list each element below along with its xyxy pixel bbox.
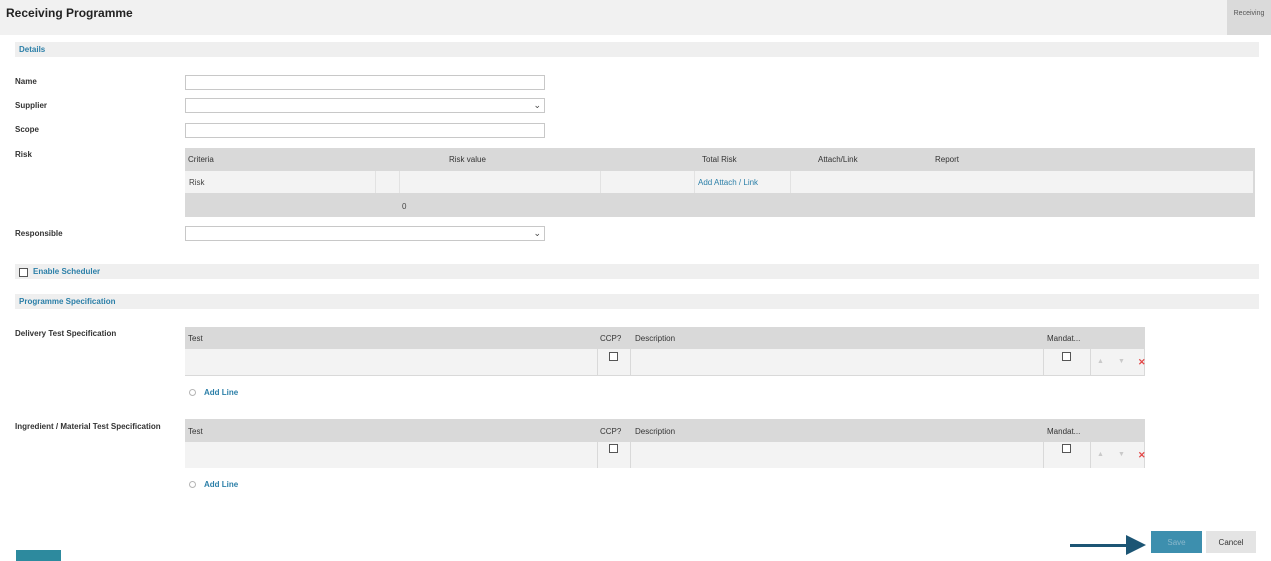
risk-label: Risk (15, 150, 32, 159)
risk-header-criteria: Criteria (188, 155, 214, 164)
chevron-down-icon: ⌄ (533, 100, 541, 110)
delivery-header-ccp: CCP? (600, 334, 622, 343)
ingredient-spec-label: Ingredient / Material Test Specification (15, 422, 161, 431)
ingredient-header-mandatory: Mandat... (1047, 427, 1081, 436)
move-up-icon[interactable]: ▲ (1097, 451, 1104, 458)
corner-button[interactable] (16, 550, 61, 561)
risk-header-report: Report (935, 155, 960, 164)
page-title: Receiving Programme (6, 6, 133, 20)
cancel-button[interactable]: Cancel (1206, 531, 1256, 553)
add-attach-link[interactable]: Add Attach / Link (698, 178, 758, 187)
enable-scheduler-checkbox[interactable] (19, 268, 28, 277)
ingredient-ccp-checkbox[interactable] (609, 444, 618, 453)
ingredient-header-ccp: CCP? (600, 427, 622, 436)
save-button[interactable]: Save (1151, 531, 1202, 553)
details-section-label: Details (19, 45, 46, 54)
scope-input[interactable] (185, 123, 545, 138)
pointer-arrow (1070, 544, 1130, 547)
delivery-ccp-checkbox[interactable] (609, 352, 618, 361)
delivery-row-test-cell[interactable] (185, 349, 597, 375)
move-up-icon[interactable]: ▲ (1097, 358, 1104, 365)
enable-scheduler-label: Enable Scheduler (33, 267, 101, 276)
add-line-icon (189, 389, 196, 396)
ingredient-row-description-cell[interactable] (631, 442, 1043, 468)
title-bar: Receiving Programme Receiving (0, 0, 1271, 35)
name-input[interactable] (185, 75, 545, 90)
delivery-header-description: Description (635, 334, 676, 343)
programme-spec-section-header: Programme Specification (15, 294, 1259, 309)
chevron-down-icon: ⌄ (533, 228, 541, 238)
delivery-add-line-link[interactable]: Add Line (204, 388, 238, 397)
move-down-icon[interactable]: ▼ (1118, 358, 1125, 365)
supplier-select[interactable]: ⌄ (185, 98, 545, 113)
delete-row-icon[interactable]: ✕ (1138, 357, 1146, 368)
delivery-row-description-cell[interactable] (631, 349, 1043, 375)
details-section-header: Details (15, 42, 1259, 57)
responsible-label: Responsible (15, 229, 63, 238)
responsible-select[interactable]: ⌄ (185, 226, 545, 241)
programme-spec-section-label: Programme Specification (19, 297, 116, 306)
ingredient-mandatory-checkbox[interactable] (1062, 444, 1071, 453)
risk-header-risk-value: Risk value (449, 155, 486, 164)
delivery-mandatory-checkbox[interactable] (1062, 352, 1071, 361)
risk-row-criteria: Risk (189, 178, 205, 187)
risk-header-attach-link: Attach/Link (818, 155, 858, 164)
delete-row-icon[interactable]: ✕ (1138, 450, 1146, 461)
ingredient-row-test-cell[interactable] (185, 442, 597, 468)
risk-header-total-risk: Total Risk (702, 155, 737, 164)
name-label: Name (15, 77, 37, 86)
delivery-header-mandatory: Mandat... (1047, 334, 1081, 343)
scheduler-section-header (15, 264, 1259, 279)
scope-label: Scope (15, 125, 40, 134)
ingredient-header-description: Description (635, 427, 676, 436)
ingredient-header-test: Test (188, 427, 203, 436)
delivery-spec-label: Delivery Test Specification (15, 329, 117, 338)
pointer-arrow-head (1126, 535, 1146, 555)
supplier-label: Supplier (15, 101, 48, 110)
delivery-header-test: Test (188, 334, 203, 343)
add-line-icon (189, 481, 196, 488)
tab-receiving[interactable]: Receiving (1227, 0, 1271, 35)
ingredient-add-line-link[interactable]: Add Line (204, 480, 238, 489)
move-down-icon[interactable]: ▼ (1118, 451, 1125, 458)
risk-total-value: 0 (402, 202, 407, 211)
